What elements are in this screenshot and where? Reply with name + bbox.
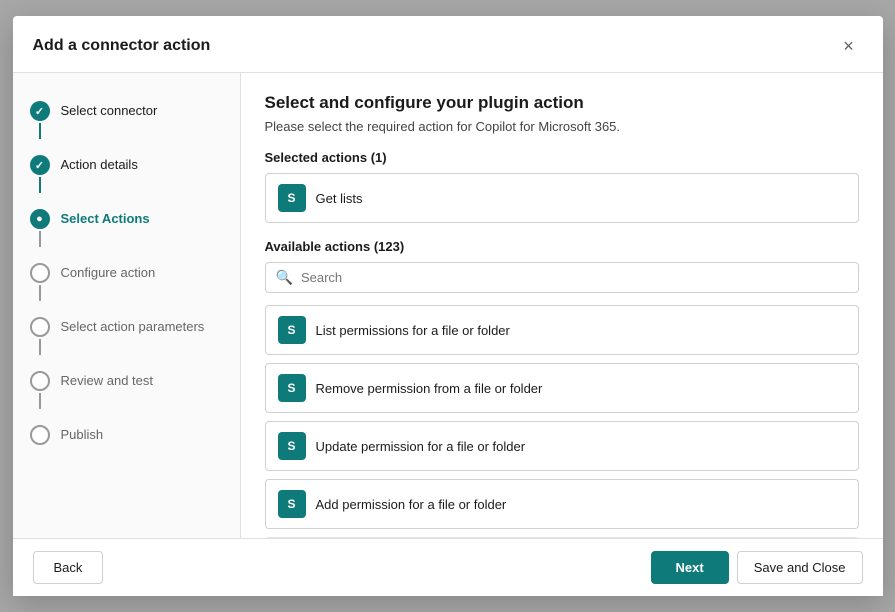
sidebar-item-select-actions[interactable]: ● Select Actions — [13, 201, 240, 255]
step-circle-5 — [30, 317, 50, 337]
step-circle-1: ✓ — [30, 101, 50, 121]
step-indicator-6 — [29, 371, 51, 409]
action-icon-more: S — [278, 537, 306, 538]
modal-overlay: Add a connector action × ✓ Select connec… — [0, 0, 895, 612]
step-indicator-1: ✓ — [29, 101, 51, 139]
search-icon: 🔍 — [276, 269, 293, 286]
step-line-1 — [39, 123, 41, 139]
sidebar-item-publish[interactable]: Publish — [13, 417, 240, 453]
step-circle-3: ● — [30, 209, 50, 229]
step-circle-7 — [30, 425, 50, 445]
sidebar-item-configure-action[interactable]: Configure action — [13, 255, 240, 309]
footer-right-buttons: Next Save and Close — [651, 551, 863, 584]
step-line-2 — [39, 177, 41, 193]
action-name-get-lists: Get lists — [316, 191, 363, 206]
step-label-select-action-parameters: Select action parameters — [61, 317, 205, 336]
sidebar-item-select-action-parameters[interactable]: Select action parameters — [13, 309, 240, 363]
available-action-remove-permission[interactable]: S Remove permission from a file or folde… — [265, 363, 859, 413]
action-icon-remove-permission: S — [278, 374, 306, 402]
action-name-list-permissions: List permissions for a file or folder — [316, 323, 510, 338]
step-label-action-details: Action details — [61, 155, 138, 174]
modal-body: ✓ Select connector ✓ Action details — [13, 73, 883, 538]
step-label-configure-action: Configure action — [61, 263, 156, 282]
modal-header: Add a connector action × — [13, 16, 883, 73]
step-line-4 — [39, 285, 41, 301]
step-indicator-4 — [29, 263, 51, 301]
main-heading: Select and configure your plugin action — [265, 93, 859, 113]
selected-action-get-lists[interactable]: S Get lists — [265, 173, 859, 223]
step-indicator-3: ● — [29, 209, 51, 247]
action-name-remove-permission: Remove permission from a file or folder — [316, 381, 543, 396]
close-button[interactable]: × — [835, 32, 863, 60]
modal-dialog: Add a connector action × ✓ Select connec… — [13, 16, 883, 596]
available-action-more[interactable]: S ... — [265, 537, 859, 538]
step-indicator-7 — [29, 425, 51, 445]
save-close-button[interactable]: Save and Close — [737, 551, 863, 584]
step-label-review-and-test: Review and test — [61, 371, 154, 390]
action-name-add-permission: Add permission for a file or folder — [316, 497, 507, 512]
action-icon-list-permissions: S — [278, 316, 306, 344]
modal-title: Add a connector action — [33, 37, 211, 55]
main-content: Select and configure your plugin action … — [241, 73, 883, 538]
modal-footer: Back Next Save and Close — [13, 538, 883, 596]
available-action-update-permission[interactable]: S Update permission for a file or folder — [265, 421, 859, 471]
step-circle-6 — [30, 371, 50, 391]
selected-actions-label: Selected actions (1) — [265, 150, 859, 165]
available-action-list-permissions[interactable]: S List permissions for a file or folder — [265, 305, 859, 355]
search-container: 🔍 — [265, 262, 859, 293]
action-icon-add-permission: S — [278, 490, 306, 518]
available-action-add-permission[interactable]: S Add permission for a file or folder — [265, 479, 859, 529]
next-button[interactable]: Next — [651, 551, 729, 584]
back-button[interactable]: Back — [33, 551, 104, 584]
step-label-select-connector: Select connector — [61, 101, 158, 120]
action-icon-get-lists: S — [278, 184, 306, 212]
action-icon-update-permission: S — [278, 432, 306, 460]
step-circle-2: ✓ — [30, 155, 50, 175]
step-indicator-2: ✓ — [29, 155, 51, 193]
step-line-3 — [39, 231, 41, 247]
step-indicator-5 — [29, 317, 51, 355]
step-circle-4 — [30, 263, 50, 283]
search-input[interactable] — [301, 270, 848, 285]
sidebar-item-review-and-test[interactable]: Review and test — [13, 363, 240, 417]
main-subtitle: Please select the required action for Co… — [265, 119, 859, 134]
step-label-publish: Publish — [61, 425, 104, 444]
action-name-update-permission: Update permission for a file or folder — [316, 439, 526, 454]
available-actions-label: Available actions (123) — [265, 239, 859, 254]
step-label-select-actions: Select Actions — [61, 209, 150, 228]
sidebar: ✓ Select connector ✓ Action details — [13, 73, 241, 538]
sidebar-item-select-connector[interactable]: ✓ Select connector — [13, 93, 240, 147]
step-line-5 — [39, 339, 41, 355]
sidebar-item-action-details[interactable]: ✓ Action details — [13, 147, 240, 201]
step-line-6 — [39, 393, 41, 409]
